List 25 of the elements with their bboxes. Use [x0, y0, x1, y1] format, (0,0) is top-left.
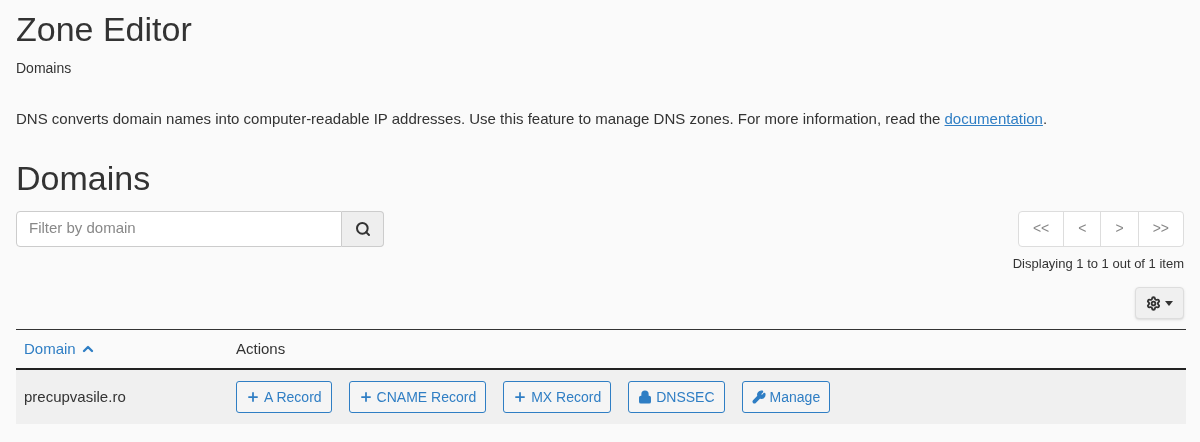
page-title: Zone Editor — [16, 9, 192, 46]
search-icon — [354, 220, 371, 237]
settings-dropdown-button[interactable] — [1135, 287, 1184, 319]
plus-icon — [513, 390, 528, 404]
plus-icon — [358, 390, 373, 404]
column-header: Actions — [236, 339, 286, 359]
breadcrumb-text: Domains — [16, 59, 72, 78]
plus-icon — [246, 390, 260, 404]
search-field[interactable]: Filter by domain — [16, 210, 342, 247]
lock-icon — [638, 390, 653, 404]
action-button[interactable]: CNAME Record — [348, 381, 487, 413]
caret-icon — [1165, 300, 1173, 306]
column-header[interactable]: Domain — [24, 338, 96, 361]
action-button[interactable]: A Record — [236, 381, 332, 413]
action-button[interactable]: DNSSEC — [628, 381, 725, 413]
documentation-link[interactable]: documentation — [944, 110, 1043, 127]
pagination-summary: Displaying 1 to 1 out of 1 item — [1012, 254, 1184, 273]
wrench-icon — [751, 390, 766, 404]
action-button[interactable]: MX Record — [503, 381, 612, 413]
settings-icon — [1146, 295, 1161, 311]
section-title: Domains — [16, 160, 151, 195]
action-button[interactable]: Manage — [741, 381, 831, 413]
description-text: DNS converts domain names into computer-readable IP addresses. Use this feature to manage DNS zones. For more information, read the documentation. — [16, 109, 1048, 129]
domain-cell: precupvasile.ro — [24, 388, 126, 405]
search-button[interactable] — [342, 210, 384, 247]
